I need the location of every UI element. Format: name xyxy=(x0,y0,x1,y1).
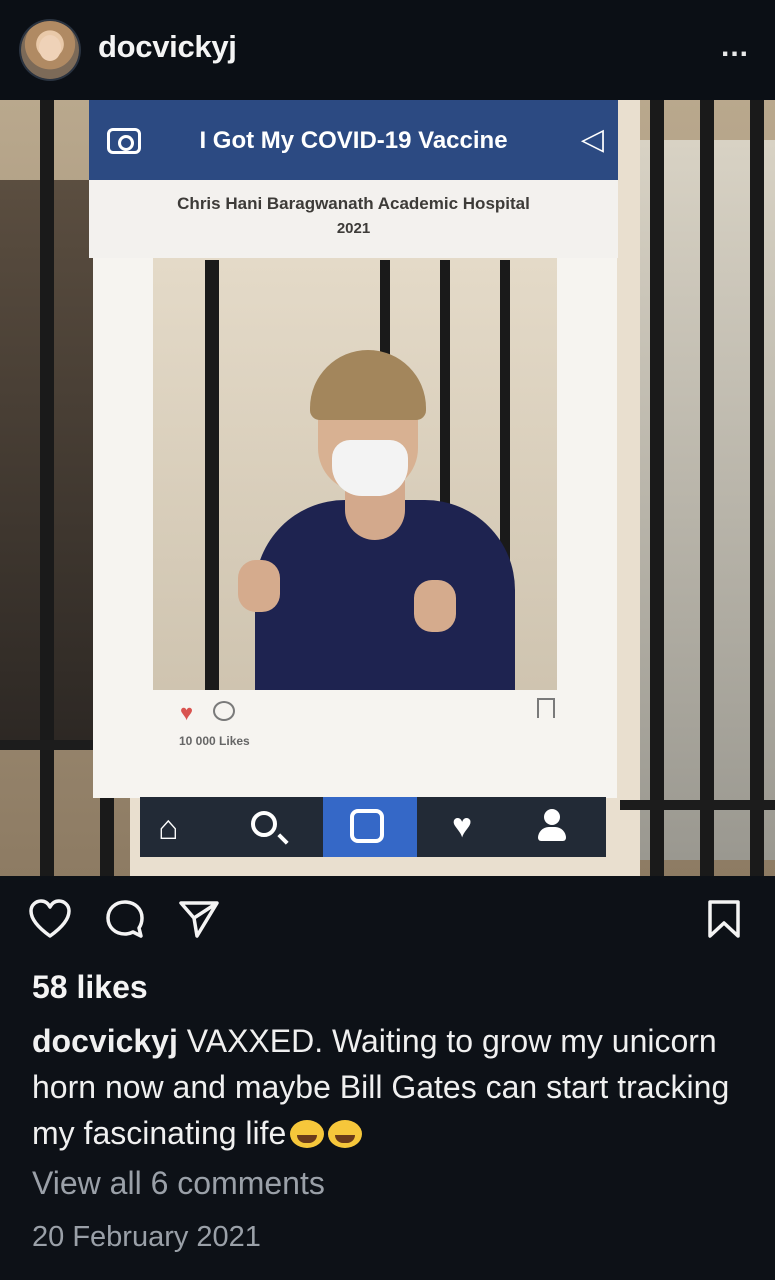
post-header: docvickyj ... xyxy=(0,0,775,100)
heart-icon: ♥ xyxy=(180,700,194,725)
thumb-up-right xyxy=(414,580,456,632)
comment-icon[interactable] xyxy=(104,898,146,940)
frame-title: I Got My COVID-19 Vaccine xyxy=(199,127,508,154)
post-date: 20 February 2021 xyxy=(32,1221,261,1253)
post-image[interactable]: I Got My COVID-19 Vaccine ◁ Chris Hani B… xyxy=(0,100,775,876)
likes-count[interactable]: 58 likes xyxy=(32,969,148,1006)
comment-icon xyxy=(213,701,235,721)
laughing-emoji-icon xyxy=(328,1120,363,1148)
bookmark-icon[interactable] xyxy=(706,898,742,940)
frame-hospital: Chris Hani Baragwanath Academic Hospital xyxy=(177,194,530,213)
gate-bar xyxy=(650,100,664,876)
more-options-icon[interactable]: ... xyxy=(721,30,749,64)
search-icon xyxy=(251,811,277,837)
heart-icon[interactable] xyxy=(28,898,72,940)
bookmark-icon xyxy=(537,698,555,718)
frame-nav-bar: ⌂ ♥ xyxy=(140,797,606,857)
gate-rail xyxy=(620,800,775,810)
username[interactable]: docvickyj xyxy=(98,29,237,65)
heart-icon: ♥ xyxy=(452,807,473,845)
gate-bar xyxy=(205,260,219,690)
face-mask xyxy=(332,440,408,496)
gate-bar xyxy=(40,100,54,876)
thumb-up-left xyxy=(238,560,280,612)
caption-username[interactable]: docvickyj xyxy=(32,1023,178,1059)
laughing-emoji-icon xyxy=(290,1120,325,1148)
avatar[interactable] xyxy=(21,21,79,79)
send-icon[interactable] xyxy=(177,898,221,940)
frame-subtitle: Chris Hani Baragwanath Academic Hospital… xyxy=(89,180,618,258)
send-icon: ◁ xyxy=(580,123,604,156)
view-comments-link[interactable]: View all 6 comments xyxy=(32,1165,325,1202)
profile-icon xyxy=(538,809,566,841)
gate-bar xyxy=(700,100,714,876)
gate-bar xyxy=(750,100,764,876)
instagram-icon xyxy=(323,797,417,857)
frame-year: 2021 xyxy=(336,220,371,237)
frame-banner: I Got My COVID-19 Vaccine ◁ xyxy=(89,100,618,180)
home-icon: ⌂ xyxy=(158,809,179,847)
frame-likes: 10 000 Likes xyxy=(179,734,250,748)
caption: docvickyj VAXXED. Waiting to grow my uni… xyxy=(32,1018,752,1156)
